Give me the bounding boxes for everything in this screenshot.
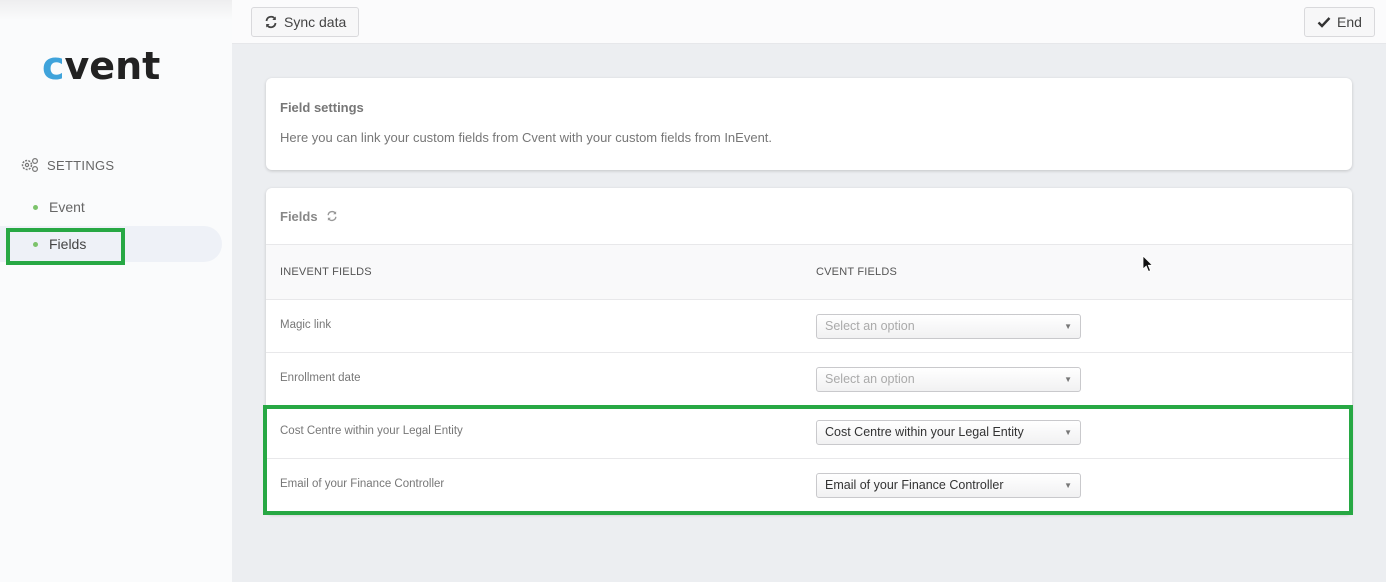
sidebar-top-fade: [0, 0, 232, 20]
sync-data-button[interactable]: Sync data: [251, 7, 360, 37]
column-header-cvent: CVENT FIELDS: [816, 266, 898, 278]
end-button[interactable]: End: [1304, 7, 1375, 37]
cvent-field-select[interactable]: Select an option ▼: [816, 314, 1081, 339]
sidebar-item-event[interactable]: Event: [0, 189, 222, 225]
dropdown-arrow-icon: ▼: [1064, 322, 1072, 331]
logo-c: c: [42, 44, 65, 88]
table-row: Magic link Select an option ▼: [266, 300, 1352, 353]
top-toolbar: Sync data End: [232, 0, 1386, 44]
field-settings-title: Field settings: [280, 100, 364, 115]
table-row: Enrollment date Select an option ▼: [266, 353, 1352, 406]
mouse-cursor-icon: [1142, 255, 1154, 273]
highlight-box-mapped-rows: [263, 405, 1353, 515]
fields-title: Fields: [280, 208, 318, 224]
field-settings-description: Here you can link your custom fields fro…: [280, 130, 773, 145]
highlight-box-fields-nav: [6, 228, 125, 265]
fields-card-header: Fields: [266, 188, 1352, 245]
gears-icon: [21, 157, 39, 173]
check-icon: [1317, 17, 1331, 28]
bullet-icon: [33, 204, 38, 210]
settings-title: SETTINGS: [47, 157, 115, 173]
refresh-icon[interactable]: [326, 210, 338, 222]
cvent-logo: cvent: [42, 46, 160, 86]
settings-section-header: SETTINGS: [20, 157, 114, 173]
end-label: End: [1337, 14, 1362, 30]
dropdown-arrow-icon: ▼: [1064, 375, 1072, 384]
sync-icon: [265, 15, 277, 29]
logo-text: vent: [64, 44, 161, 88]
select-value: Select an option: [825, 319, 915, 333]
sync-data-label: Sync data: [284, 14, 347, 30]
column-header-inevent: INEVENT FIELDS: [280, 266, 372, 278]
sidebar-item-label: Event: [49, 199, 85, 215]
inevent-field-label: Enrollment date: [280, 372, 361, 384]
field-settings-card: Field settings Here you can link your cu…: [266, 78, 1352, 170]
inevent-field-label: Magic link: [280, 319, 332, 331]
sidebar: cvent SETTINGS Event Fields: [0, 0, 232, 582]
fields-table-header: INEVENT FIELDS CVENT FIELDS: [266, 245, 1352, 300]
cvent-field-select[interactable]: Select an option ▼: [816, 367, 1081, 392]
select-value: Select an option: [825, 372, 915, 386]
